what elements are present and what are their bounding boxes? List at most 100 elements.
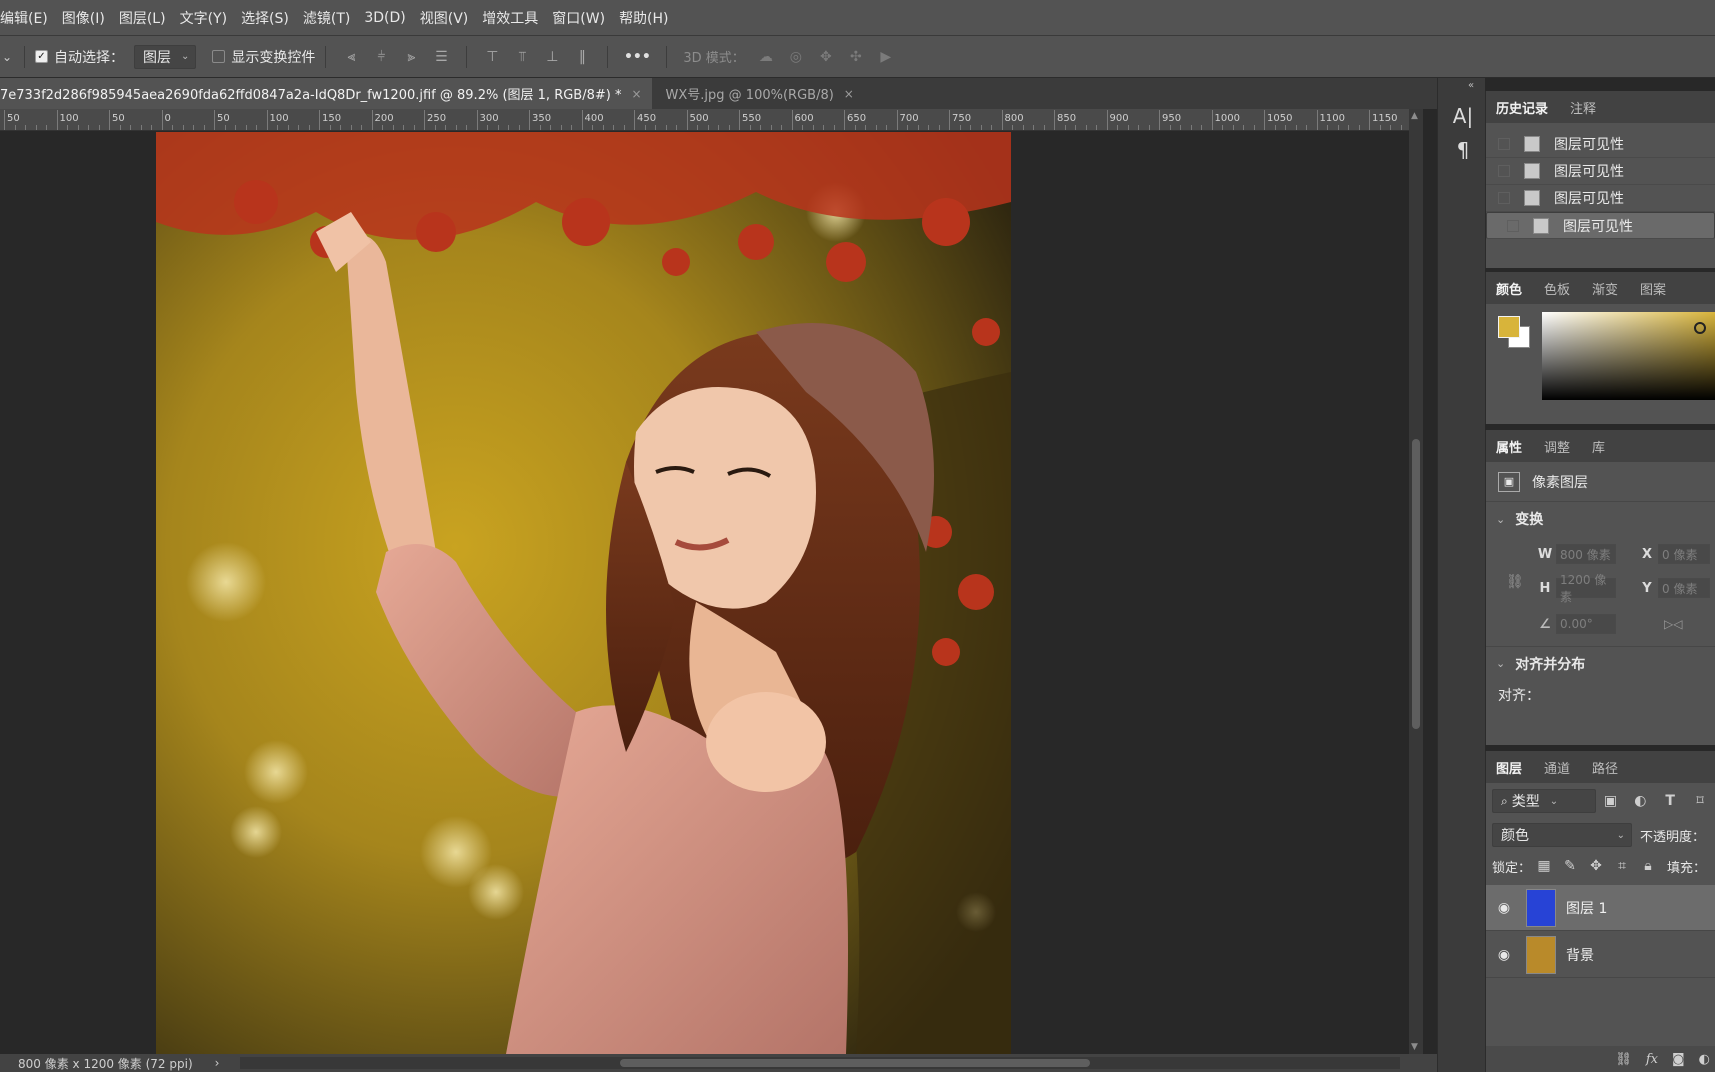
tab-layers[interactable]: 图层 — [1496, 758, 1522, 777]
align-hcenter-icon[interactable]: ⫩ — [370, 46, 392, 68]
ruler-tick — [739, 110, 740, 130]
scrollbar-thumb[interactable] — [620, 1059, 1090, 1067]
filter-adjustment-icon[interactable]: ◐ — [1629, 790, 1651, 812]
scroll-down-icon[interactable]: ▼ — [1411, 1042, 1418, 1052]
status-arrow-icon[interactable]: › — [215, 1056, 220, 1070]
add-mask-icon[interactable]: ◙ — [1672, 1052, 1685, 1067]
angle-input[interactable]: 0.00° — [1556, 614, 1616, 634]
menu-window[interactable]: 窗口(W) — [552, 8, 605, 28]
filter-pixel-icon[interactable]: ▣ — [1600, 790, 1622, 812]
layer-filter-value: 类型 — [1511, 794, 1540, 810]
tab-gradients[interactable]: 渐变 — [1592, 279, 1618, 298]
tab-libraries[interactable]: 库 — [1592, 437, 1605, 456]
filter-shape-icon[interactable]: ⌑ — [1689, 790, 1711, 812]
tab-adjustments[interactable]: 调整 — [1544, 437, 1570, 456]
flip-horizontal-icon[interactable]: ▷◁ — [1664, 617, 1682, 631]
tab-color[interactable]: 颜色 — [1496, 279, 1522, 298]
history-item[interactable]: 图层可见性 — [1486, 131, 1715, 158]
menu-help[interactable]: 帮助(H) — [619, 8, 668, 28]
align-right-icon[interactable]: ⫸ — [400, 46, 422, 68]
roll-3d-icon[interactable]: ◎ — [785, 46, 807, 68]
menu-image[interactable]: 图像(I) — [62, 8, 105, 28]
document-tab-active[interactable]: 7e733f2d286f985945aea2690fda62ffd0847a2a… — [0, 78, 652, 109]
document-tab-wx[interactable]: WX号.jpg @ 100%(RGB/8) × — [651, 78, 864, 109]
close-icon[interactable]: × — [844, 87, 854, 101]
align-bottom-icon[interactable]: ⊥ — [541, 46, 563, 68]
tab-notes[interactable]: 注释 — [1570, 98, 1596, 117]
paragraph-panel-icon[interactable]: ¶ — [1450, 138, 1476, 164]
height-input[interactable]: 1200 像素 — [1556, 573, 1616, 604]
color-picker-field[interactable] — [1542, 312, 1715, 400]
menu-3d[interactable]: 3D(D) — [364, 10, 405, 26]
new-adjustment-layer-icon[interactable]: ◐ — [1699, 1052, 1710, 1067]
auto-select-checkbox[interactable]: ✓ — [35, 50, 48, 63]
horizontal-scrollbar[interactable] — [240, 1057, 1400, 1069]
lock-all-icon[interactable]: 🔒︎ — [1637, 855, 1659, 877]
distribute-horizontal-icon[interactable]: ‖ — [571, 46, 593, 68]
character-panel-icon[interactable]: A| — [1450, 104, 1476, 130]
vertical-scrollbar[interactable]: ▲ ▼ — [1409, 109, 1423, 1054]
filter-type-icon[interactable]: T — [1659, 790, 1681, 812]
history-snapshot-checkbox[interactable] — [1498, 138, 1510, 150]
fx-icon[interactable]: fx — [1646, 1052, 1658, 1067]
menu-edit[interactable]: 编辑(E) — [0, 8, 48, 28]
lock-transparent-icon[interactable]: ▦ — [1533, 855, 1555, 877]
close-icon[interactable]: × — [631, 87, 641, 101]
menu-type[interactable]: 文字(Y) — [180, 8, 227, 28]
menu-layer[interactable]: 图层(L) — [119, 8, 166, 28]
align-left-icon[interactable]: ⫷ — [340, 46, 362, 68]
auto-select-target-dropdown[interactable]: 图层 ⌄ — [134, 44, 197, 69]
scroll-up-icon[interactable]: ▲ — [1411, 111, 1418, 121]
ruler-tick — [476, 110, 478, 130]
menu-select[interactable]: 选择(S) — [241, 8, 289, 28]
tab-properties[interactable]: 属性 — [1496, 437, 1522, 456]
align-top-icon[interactable]: ⊤ — [481, 46, 503, 68]
lock-artboard-icon[interactable]: ⌗ — [1611, 855, 1633, 877]
collapse-icon[interactable]: « — [1468, 80, 1474, 91]
menu-plugins[interactable]: 增效工具 — [482, 8, 538, 28]
tool-preset-chevron-icon[interactable]: ⌄ — [0, 50, 14, 64]
orbit-3d-icon[interactable]: ☁ — [755, 46, 777, 68]
align-vcenter-icon[interactable]: ⫪ — [511, 46, 533, 68]
chevron-down-icon[interactable]: ⌄ — [1496, 513, 1505, 526]
tab-swatches[interactable]: 色板 — [1544, 279, 1570, 298]
visibility-eye-icon[interactable]: ◉ — [1486, 900, 1522, 916]
tab-patterns[interactable]: 图案 — [1640, 279, 1666, 298]
history-snapshot-checkbox[interactable] — [1498, 192, 1510, 204]
distribute-vertical-icon[interactable]: ☰ — [430, 46, 452, 68]
history-item[interactable]: 图层可见性 — [1486, 158, 1715, 185]
y-input[interactable]: 0 像素 — [1658, 578, 1710, 598]
more-options-button[interactable]: ••• — [622, 46, 652, 68]
document-image[interactable] — [156, 132, 1011, 1054]
link-layers-icon[interactable]: ⛓ — [1615, 1052, 1632, 1067]
history-item[interactable]: 图层可见性 — [1486, 185, 1715, 212]
tab-paths[interactable]: 路径 — [1592, 758, 1618, 777]
chevron-down-icon[interactable]: ⌄ — [1496, 657, 1505, 670]
lock-pixels-brush-icon[interactable]: ✎ — [1559, 855, 1581, 877]
link-icon[interactable]: ⛓ — [1506, 574, 1524, 590]
history-snapshot-checkbox[interactable] — [1498, 165, 1510, 177]
blend-mode-dropdown[interactable]: 颜色 ⌄ — [1492, 823, 1632, 847]
show-transform-checkbox[interactable] — [212, 50, 226, 63]
slide-3d-icon[interactable]: ✣ — [845, 46, 867, 68]
x-input[interactable]: 0 像素 — [1658, 544, 1710, 564]
layer-row-background[interactable]: ◉ 背景 — [1486, 932, 1715, 978]
menu-view[interactable]: 视图(V) — [420, 8, 469, 28]
layer-row-layer1[interactable]: ◉ 图层 1 — [1486, 885, 1715, 931]
foreground-color-swatch[interactable] — [1498, 316, 1520, 338]
scrollbar-thumb[interactable] — [1412, 439, 1420, 729]
ruler-tick — [581, 110, 583, 130]
tab-channels[interactable]: 通道 — [1544, 758, 1570, 777]
width-input[interactable]: 800 像素 — [1556, 544, 1616, 564]
lock-position-icon[interactable]: ✥ — [1585, 855, 1607, 877]
visibility-eye-icon[interactable]: ◉ — [1486, 947, 1522, 963]
color-picker-marker[interactable] — [1694, 322, 1706, 334]
history-snapshot-checkbox[interactable] — [1507, 219, 1519, 232]
layer-filter-dropdown[interactable]: ⌕ 类型 ⌄ — [1492, 789, 1596, 813]
camera-3d-icon[interactable]: ▶ — [875, 46, 897, 68]
menu-filter[interactable]: 滤镜(T) — [303, 8, 350, 28]
ruler-label: 950 — [1162, 113, 1182, 124]
history-item-selected[interactable]: 图层可见性 — [1486, 212, 1715, 239]
pan-3d-icon[interactable]: ✥ — [815, 46, 837, 68]
tab-history[interactable]: 历史记录 — [1496, 98, 1548, 117]
